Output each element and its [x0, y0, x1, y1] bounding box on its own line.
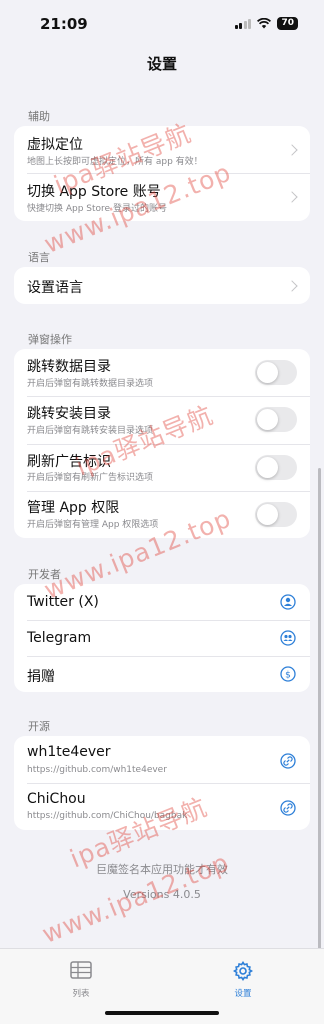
tab-label: 设置 — [234, 989, 252, 999]
status-bar: 21:09 70 — [0, 0, 324, 46]
section-header-open-source: 开源 — [28, 720, 50, 733]
battery-indicator: 70 — [277, 17, 298, 30]
chevron-right-icon — [286, 191, 298, 203]
language-card: 设置语言 — [14, 267, 310, 304]
toggle-jump-install-directory[interactable] — [255, 407, 297, 432]
group-circle-icon — [280, 630, 296, 646]
row-title: 跳转数据目录 — [27, 359, 111, 375]
toggle-jump-data-directory[interactable] — [255, 360, 297, 385]
row-virtual-location[interactable]: 虚拟定位 地图上长按即可虚拟定位，所有 app 有效！ — [14, 126, 310, 173]
status-time: 21:09 — [40, 15, 88, 33]
row-title: 虚拟定位 — [27, 137, 83, 153]
page-title: 设置 — [146, 55, 177, 73]
row-refresh-ad-identifier: 刷新广告标识 开启后弹窗有刷新广告标识选项 — [14, 445, 310, 491]
section-header-developer: 开发者 — [28, 568, 61, 581]
link-circle-icon — [280, 800, 296, 816]
home-indicator[interactable] — [105, 1011, 219, 1015]
developer-card: Twitter (X) Telegram 捐赠 $ — [14, 584, 310, 692]
tab-settings[interactable]: 设置 — [213, 961, 273, 999]
row-title: 跳转安装目录 — [27, 406, 111, 422]
assist-card: 虚拟定位 地图上长按即可虚拟定位，所有 app 有效！ 切换 App Store… — [14, 126, 310, 221]
row-telegram[interactable]: Telegram — [14, 621, 310, 656]
scrollbar[interactable] — [318, 468, 321, 952]
toggle-refresh-ad-identifier[interactable] — [255, 455, 297, 480]
row-subtitle: 快捷切换 App Store 登录过的账号 — [27, 204, 167, 214]
row-twitter[interactable]: Twitter (X) — [14, 584, 310, 620]
tab-label: 列表 — [72, 989, 90, 999]
row-title: 管理 App 权限 — [27, 500, 120, 516]
chevron-right-icon — [286, 280, 298, 292]
svg-text:$: $ — [285, 671, 291, 681]
trollstore-note: 巨魔签名本应用功能才有效 — [96, 863, 228, 876]
link-circle-icon — [280, 753, 296, 769]
row-title: 捐赠 — [27, 669, 55, 685]
row-subtitle: 开启后弹窗有跳转数据目录选项 — [27, 379, 154, 389]
person-circle-icon — [280, 594, 296, 610]
row-subtitle: 地图上长按即可虚拟定位，所有 app 有效！ — [27, 157, 203, 167]
list-grid-icon — [70, 961, 92, 979]
dollar-circle-icon: $ — [280, 666, 296, 682]
cellular-signal-icon — [234, 18, 252, 29]
row-subtitle: https://github.com/ChiChou/bagbak — [27, 811, 188, 821]
row-title: wh1te4ever — [27, 744, 111, 760]
row-subtitle: https://github.com/wh1te4ever — [27, 765, 167, 775]
version-label: Versions 4.0.5 — [123, 888, 201, 901]
row-switch-appstore-account[interactable]: 切换 App Store 账号 快捷切换 App Store 登录过的账号 — [14, 174, 310, 221]
row-wh1te4ever[interactable]: wh1te4ever https://github.com/wh1te4ever — [14, 736, 310, 783]
toggle-manage-app-permissions[interactable] — [255, 502, 297, 527]
status-icons: 70 — [234, 17, 298, 30]
chevron-right-icon — [286, 144, 298, 156]
row-jump-install-directory: 跳转安装目录 开启后弹窗有跳转安装目录选项 — [14, 397, 310, 444]
row-donate[interactable]: 捐赠 $ — [14, 657, 310, 692]
row-jump-data-directory: 跳转数据目录 开启后弹窗有跳转数据目录选项 — [14, 349, 310, 396]
section-header-language: 语言 — [28, 251, 50, 264]
gear-icon — [233, 961, 253, 981]
open-source-card: wh1te4ever https://github.com/wh1te4ever… — [14, 736, 310, 830]
row-manage-app-permissions: 管理 App 权限 开启后弹窗有管理 App 权限选项 — [14, 492, 310, 538]
row-title: Telegram — [27, 630, 92, 646]
row-title: 切换 App Store 账号 — [27, 184, 161, 200]
tab-list[interactable]: 列表 — [51, 961, 111, 999]
row-subtitle: 开启后弹窗有刷新广告标识选项 — [27, 473, 154, 483]
row-title: 设置语言 — [27, 280, 83, 296]
row-subtitle: 开启后弹窗有管理 App 权限选项 — [27, 520, 159, 530]
row-title: Twitter (X) — [27, 594, 99, 610]
section-header-assist: 辅助 — [28, 110, 50, 123]
row-subtitle: 开启后弹窗有跳转安装目录选项 — [27, 426, 154, 436]
wifi-icon — [257, 18, 272, 29]
row-title: 刷新广告标识 — [27, 454, 111, 470]
popup-card: 跳转数据目录 开启后弹窗有跳转数据目录选项 跳转安装目录 开启后弹窗有跳转安装目… — [14, 349, 310, 538]
section-header-popup: 弹窗操作 — [28, 333, 72, 346]
row-set-language[interactable]: 设置语言 — [14, 267, 310, 304]
row-title: ChiChou — [27, 791, 86, 807]
row-chichou[interactable]: ChiChou https://github.com/ChiChou/bagba… — [14, 784, 310, 830]
